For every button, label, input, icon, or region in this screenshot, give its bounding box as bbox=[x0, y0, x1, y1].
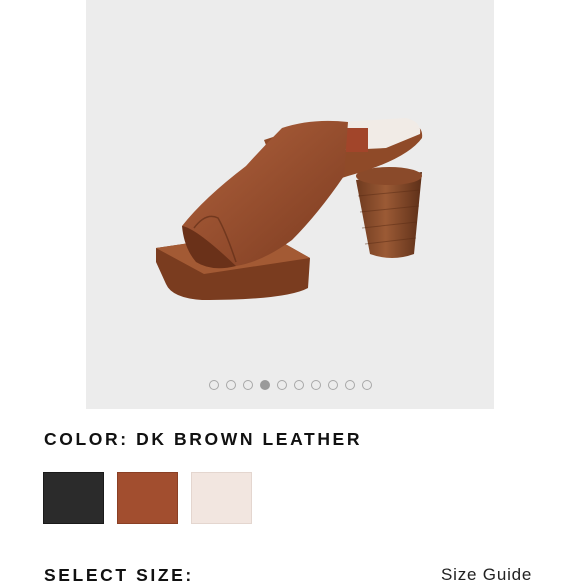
color-swatch-dk-brown[interactable] bbox=[117, 472, 178, 524]
select-size-label: SELECT SIZE: bbox=[44, 565, 194, 585]
size-guide-link[interactable]: Size Guide bbox=[441, 565, 532, 585]
color-swatches bbox=[43, 472, 252, 524]
product-image-gallery[interactable] bbox=[86, 0, 494, 409]
color-label: COLOR: DK BROWN LEATHER bbox=[44, 429, 363, 449]
carousel-pagination bbox=[86, 380, 494, 394]
carousel-dot-1[interactable] bbox=[208, 380, 219, 390]
carousel-dot-3[interactable] bbox=[242, 380, 253, 390]
color-swatch-black[interactable] bbox=[43, 472, 104, 524]
carousel-dot-5[interactable] bbox=[276, 380, 287, 390]
carousel-dot-2[interactable] bbox=[225, 380, 236, 390]
carousel-dot-10[interactable] bbox=[361, 380, 372, 390]
carousel-dot-9[interactable] bbox=[344, 380, 355, 390]
carousel-dot-4-active[interactable] bbox=[259, 380, 270, 390]
product-image bbox=[156, 118, 423, 300]
carousel-dot-6[interactable] bbox=[293, 380, 304, 390]
carousel-dot-8[interactable] bbox=[327, 380, 338, 390]
carousel-dot-7[interactable] bbox=[310, 380, 321, 390]
color-swatch-ivory[interactable] bbox=[191, 472, 252, 524]
